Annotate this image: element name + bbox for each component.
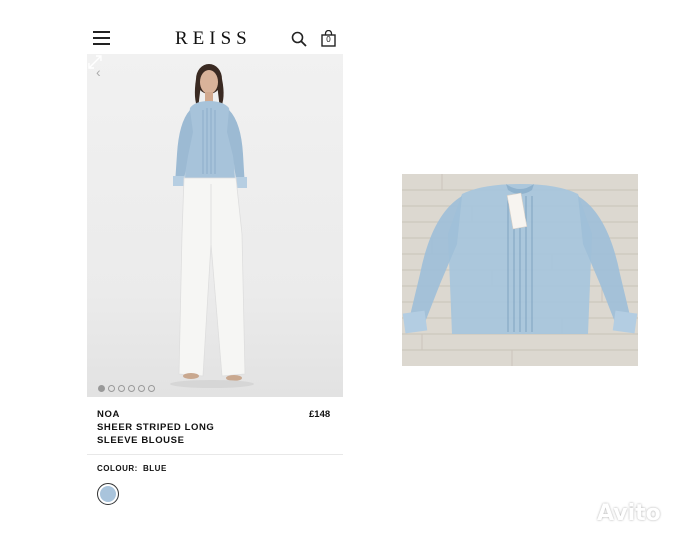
- colour-label: COLOUR:: [97, 464, 138, 473]
- site-header: REISS 0: [87, 0, 343, 54]
- model-photo: [170, 64, 254, 388]
- mobile-product-page: REISS 0 ‹ NOA SHEER STRIPED LONG SLEEVE …: [87, 0, 343, 540]
- expand-icon[interactable]: [87, 54, 103, 70]
- blouse-flatlay-photo: [402, 174, 638, 366]
- avito-watermark-text: Avito: [597, 501, 661, 526]
- search-icon[interactable]: [291, 31, 307, 47]
- menu-icon[interactable]: [93, 31, 110, 45]
- bag-count: 0: [326, 35, 331, 44]
- product-price: £148: [309, 409, 331, 420]
- shopping-bag-icon[interactable]: 0: [321, 29, 336, 47]
- colour-swatch-blue[interactable]: [97, 483, 119, 505]
- carousel-dot[interactable]: [138, 385, 145, 392]
- carousel-dot[interactable]: [128, 385, 135, 392]
- carousel-indicator: [98, 379, 158, 392]
- product-image-carousel[interactable]: ‹: [87, 54, 343, 397]
- product-name-line-1: NOA: [97, 409, 120, 420]
- brand-logo[interactable]: REISS: [175, 28, 252, 50]
- product-name-line-3: SLEEVE BLOUSE: [97, 435, 185, 446]
- carousel-dot[interactable]: [98, 385, 105, 392]
- carousel-dot[interactable]: [148, 385, 155, 392]
- product-name-line-2: SHEER STRIPED LONG: [97, 422, 215, 433]
- colour-value: BLUE: [143, 464, 167, 473]
- avito-logo-icon: [569, 505, 592, 527]
- carousel-dot[interactable]: [108, 385, 115, 392]
- carousel-dot[interactable]: [118, 385, 125, 392]
- avito-watermark: Avito: [567, 497, 667, 533]
- divider: [87, 454, 343, 455]
